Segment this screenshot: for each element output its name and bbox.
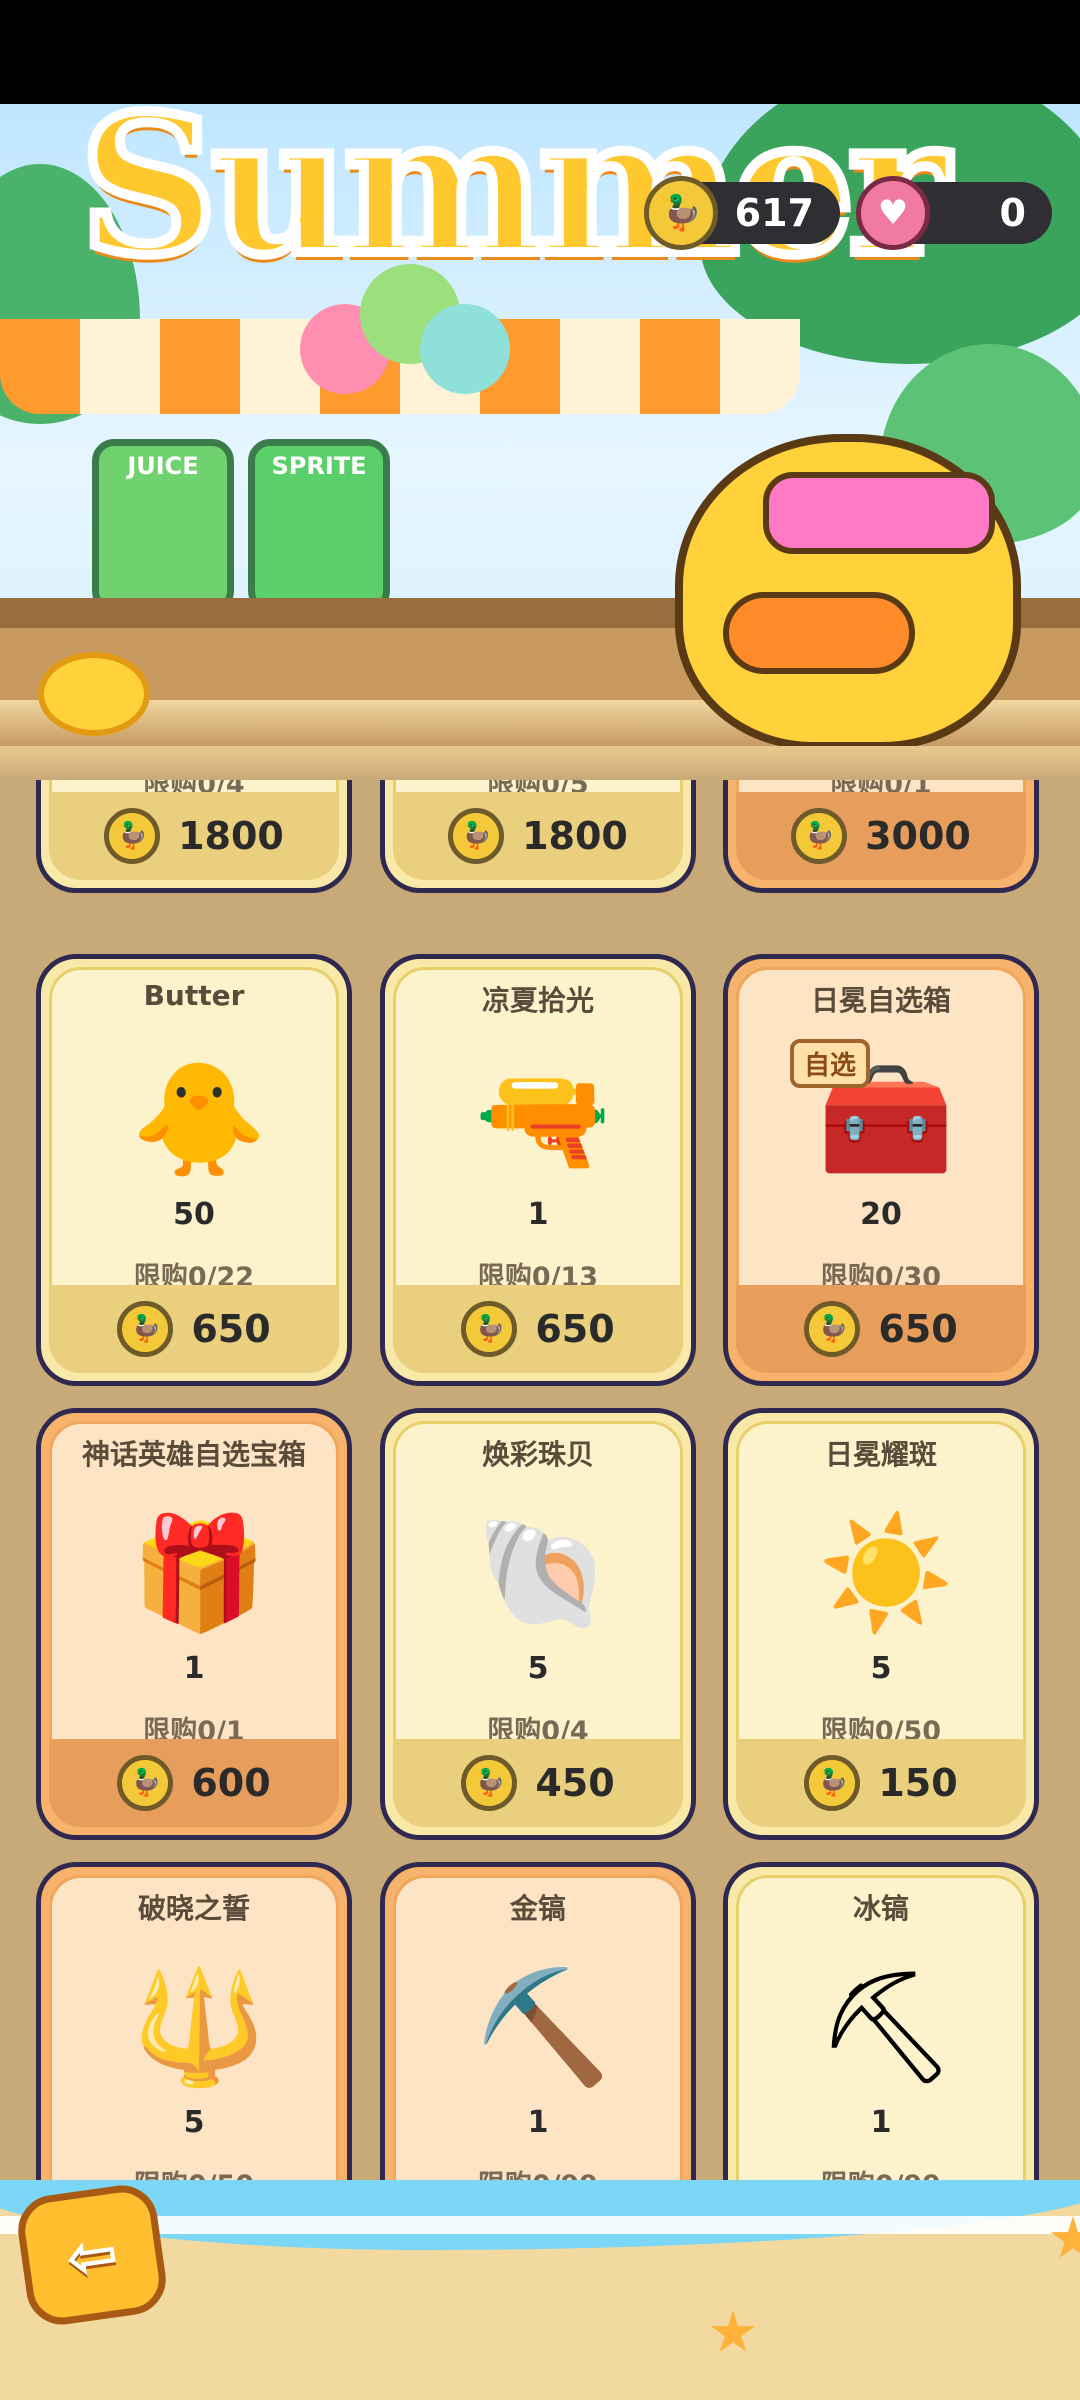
item-name: 焕彩珠贝 (481, 1438, 594, 1471)
item-name: 神话英雄自选宝箱 (81, 1438, 306, 1471)
item-icon: 🐚 (474, 1508, 612, 1637)
item-name: 日冕耀斑 (824, 1438, 937, 1471)
price-button[interactable]: 🦆 650 (49, 1285, 339, 1373)
purchase-limit: 限购0/99 (728, 2163, 1034, 2180)
select-tag: 自选 (790, 1039, 871, 1088)
item-quantity: 1 (870, 2105, 892, 2140)
back-button[interactable]: ⇦ (13, 2180, 171, 2330)
coin-icon: 🦆 (117, 1755, 174, 1811)
heart-amount: 0 (999, 191, 1026, 235)
shop-item-card[interactable]: 破晓之誓 🔱 5 限购0/50 (36, 1862, 352, 2180)
shop-item-card[interactable]: 金镐 ⛏️ 1 限购0/99 (380, 1862, 696, 2180)
price-value: 650 (191, 1307, 271, 1351)
price-button[interactable]: 🦆 650 (736, 1285, 1026, 1373)
heart-counter: ♥ 0 (856, 176, 1052, 250)
price-value: 3000 (865, 814, 971, 858)
shop-item-card[interactable]: Butter 🐥 50 限购0/22 🦆 650 (36, 954, 352, 1386)
price-button[interactable]: 🦆 3000 (736, 792, 1026, 880)
item-icon: ⛏ (816, 1962, 956, 2091)
coin-icon: 🦆 (104, 808, 161, 864)
coin-icon: 🦆 (461, 1755, 518, 1811)
item-quantity: 20 (860, 1197, 902, 1232)
item-quantity: 5 (527, 1651, 549, 1686)
item-name: Butter (143, 979, 245, 1012)
back-arrow-icon: ⇦ (61, 2215, 123, 2295)
foam (0, 2216, 1080, 2234)
price-value: 650 (878, 1307, 958, 1351)
price-button[interactable]: 🦆 650 (393, 1285, 683, 1373)
coin-icon: 🦆 (804, 1301, 861, 1357)
price-button[interactable]: 🦆 150 (736, 1739, 1026, 1827)
water (0, 2180, 1080, 2250)
shop-list[interactable]: 限购0/4 🦆 1800 限购0/5 🦆 1800 限购0/1 🦆 3000 Butter 🐥 50 限… (0, 746, 1080, 2180)
price-value: 450 (535, 1761, 615, 1805)
item-name: 破晓之誓 (137, 1892, 250, 1925)
item-name: 凉夏拾光 (481, 984, 594, 1017)
shop-top-frame (0, 746, 1080, 780)
purchase-limit: 限购0/50 (41, 2163, 347, 2180)
item-quantity: 1 (527, 1197, 549, 1232)
price-button[interactable]: 🦆 1800 (49, 792, 339, 880)
purchase-limit: 限购0/99 (385, 2163, 691, 2180)
rubber-duck-icon (38, 652, 150, 736)
price-button[interactable]: 🦆 1800 (393, 792, 683, 880)
juice-machine: JUICE (92, 439, 234, 613)
shop-item-card[interactable]: 凉夏拾光 🔫 1 限购0/13 🦆 650 (380, 954, 696, 1386)
item-name: 日冕自选箱 (810, 984, 951, 1017)
price-button[interactable]: 🦆 450 (393, 1739, 683, 1827)
price-value: 1800 (522, 814, 628, 858)
item-quantity: 1 (527, 2105, 549, 2140)
item-name: 金镐 (509, 1892, 566, 1925)
price-value: 150 (878, 1761, 958, 1805)
item-icon: 🔫 (474, 1054, 612, 1183)
item-icon: 🔱 (130, 1962, 268, 2091)
shop-item-card[interactable]: 日冕耀斑 ☀️ 5 限购0/50 🦆 150 (723, 1408, 1039, 1840)
ice-cream-icon (300, 264, 510, 444)
item-icon: 🐥 (130, 1054, 268, 1183)
heart-gem-icon: ♥ (856, 176, 930, 250)
coin-icon: 🦆 (804, 1755, 861, 1811)
coin-icon: 🦆 (791, 808, 848, 864)
starfish-icon (710, 2310, 756, 2352)
item-quantity: 1 (183, 1651, 205, 1686)
item-quantity: 5 (183, 2105, 205, 2140)
coin-amount: 617 (734, 191, 814, 235)
item-icon: 🎁 (130, 1508, 268, 1637)
shop-item-card[interactable]: 日冕自选箱 🧰 自选 20 限购0/30 🦆 650 (723, 954, 1039, 1386)
duck-mascot-icon (675, 434, 1021, 746)
item-quantity: 50 (173, 1197, 215, 1232)
status-bar (0, 0, 1080, 104)
price-button[interactable]: 🦆 600 (49, 1739, 339, 1827)
coin-icon: 🦆 (644, 176, 718, 250)
shop-item-card[interactable]: 冰镐 ⛏ 1 限购0/99 (723, 1862, 1039, 2180)
item-icon: ☀️ (817, 1508, 955, 1637)
coin-icon: 🦆 (117, 1301, 174, 1357)
coin-icon: 🦆 (461, 1301, 518, 1357)
coin-counter: 🦆 617 (644, 176, 840, 250)
sprite-machine: SPRITE (248, 439, 390, 613)
price-value: 600 (191, 1761, 271, 1805)
price-value: 650 (535, 1307, 615, 1351)
item-icon: ⛏️ (474, 1962, 612, 2091)
item-quantity: 5 (870, 1651, 892, 1686)
price-value: 1800 (178, 814, 284, 858)
shop-item-card[interactable]: 神话英雄自选宝箱 🎁 1 限购0/1 🦆 600 (36, 1408, 352, 1840)
shop-item-card[interactable]: 焕彩珠贝 🐚 5 限购0/4 🦆 450 (380, 1408, 696, 1840)
coin-icon: 🦆 (448, 808, 505, 864)
item-name: 冰镐 (852, 1892, 909, 1925)
